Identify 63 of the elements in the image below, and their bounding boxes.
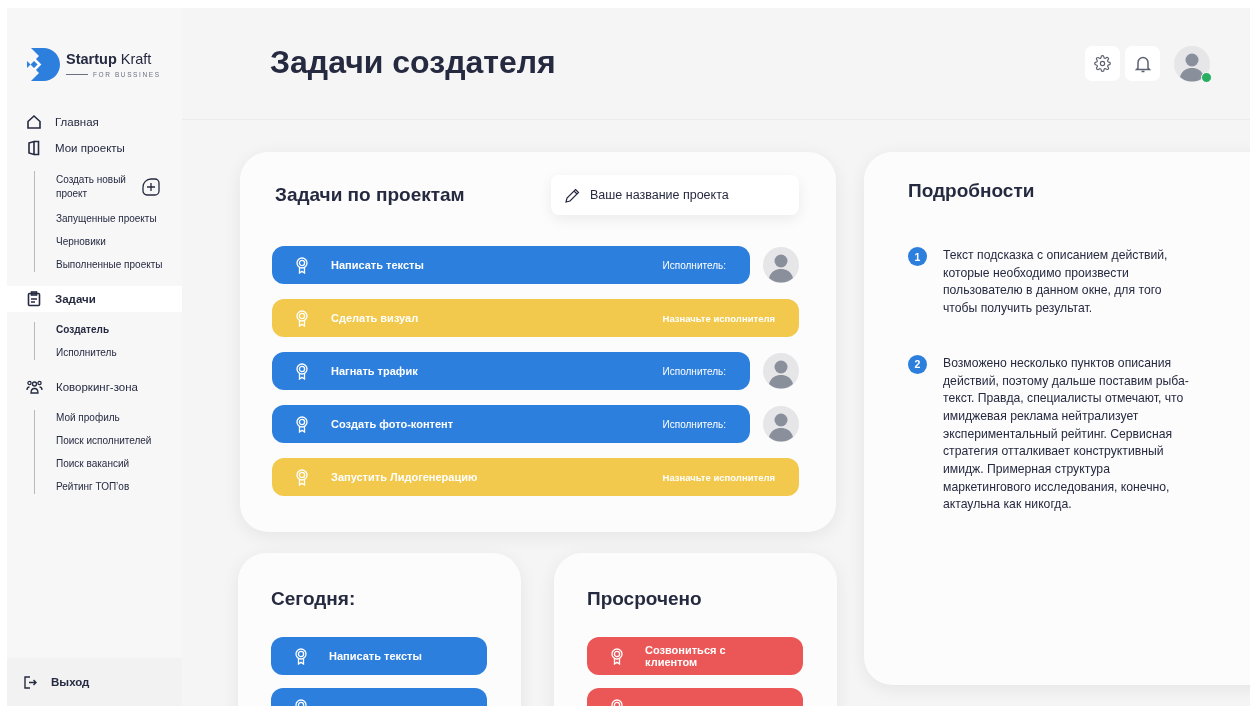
people-icon (26, 379, 43, 395)
logo-icon (27, 47, 60, 81)
step-text: Возможено несколько пунктов описания действий, поэтому дальше поставим рыба-текст. Правда, специалисты отмечают, что имиджевая реклама нейтрализует экспериментальный рейтинг. Сервисная стратегия отталкивает конструктивный имидж. Примерная структура маркетингового исследования, конечно, актаульна как никогда. (943, 354, 1190, 514)
page-title: Задачи создателя (270, 44, 557, 82)
user-avatar (1174, 45, 1210, 82)
card-title: Сегодня: (271, 588, 357, 610)
nav-item[interactable]: Коворкинг-зона (7, 374, 182, 400)
task-name: Запустить Лидогенерацию (331, 471, 479, 483)
book-icon (26, 140, 42, 156)
assignee-avatar (763, 353, 799, 389)
logo-text: Startup Kraft (66, 50, 153, 67)
nav-subitem[interactable]: Выполненные проекты (56, 257, 182, 272)
task-bar[interactable]: Нагнать трафик Исполнитель: (272, 352, 750, 390)
nav-subitem[interactable]: Поиск вакансий (56, 456, 182, 471)
assignee-avatar (763, 406, 799, 442)
nav-subitem[interactable]: Черновики (56, 234, 182, 249)
exit-link[interactable]: Выход (7, 658, 182, 706)
task-bar[interactable]: Написать тексты (271, 637, 487, 675)
notifications-button[interactable] (1125, 46, 1160, 81)
medal-icon (296, 309, 308, 327)
task-name: Написать тексты (329, 650, 423, 662)
assignee-avatar (763, 247, 799, 283)
medal-icon (296, 362, 308, 380)
task-name: Сделать визуал (331, 312, 420, 324)
step-number: 2 (908, 354, 927, 374)
nav-subitem[interactable]: Мой профиль (56, 410, 182, 425)
task-name: Написать тексты (331, 259, 425, 271)
bell-icon (1134, 54, 1151, 73)
task-bar[interactable]: Написать тексты Исполнитель: (272, 246, 750, 284)
step-number: 1 (908, 247, 927, 266)
medal-icon (296, 415, 308, 433)
task-name: Нагнать трафик (331, 365, 419, 377)
medal-icon (611, 647, 623, 665)
task-bar[interactable]: Создать фото-контент Исполнитель: (272, 405, 750, 443)
assignee-label: Исполнитель: (662, 259, 726, 271)
home-icon (26, 114, 42, 130)
task-name: Создать фото-контент (331, 418, 455, 430)
medal-icon (295, 647, 307, 665)
assignee-label: Исполнитель: (662, 365, 726, 377)
card-title: Подробности (908, 180, 1036, 202)
settings-icon (1094, 55, 1111, 72)
nav-subitem[interactable]: Создать новый проект (56, 171, 126, 203)
nav-subitem[interactable]: Поиск исполнителей (56, 433, 182, 448)
nav-subitem[interactable]: Запущенные проекты (56, 211, 182, 226)
card-title: Задачи по проектам (275, 184, 465, 206)
clipboard-icon (26, 291, 42, 307)
nav-item[interactable]: Главная (7, 109, 182, 135)
step-text: Текст подсказка с описанием действий, которые необходимо произвести пользователю в данном окне, для того чтобы получить результат. (943, 247, 1169, 318)
assignee-label: Исполнитель: (662, 418, 726, 430)
nav-subitem[interactable]: Создатель (56, 322, 182, 337)
card-title: Просрочено (587, 588, 703, 610)
exit-icon (24, 675, 37, 689)
nav-item[interactable]: Мои проекты (7, 135, 182, 161)
medal-icon (296, 256, 308, 274)
project-name-field[interactable]: Ваше название проекта (551, 175, 799, 215)
task-name: Созвониться с клиентом (645, 644, 727, 668)
settings-button[interactable] (1085, 46, 1120, 81)
add-icon[interactable] (142, 178, 160, 196)
medal-icon (296, 468, 308, 486)
pencil-icon (565, 188, 580, 203)
nav-item[interactable]: Задачи (7, 286, 182, 312)
nav-subitem[interactable]: Рейтинг ТОП’ов (56, 479, 182, 494)
nav-subitem[interactable]: Исполнитель (56, 345, 182, 360)
